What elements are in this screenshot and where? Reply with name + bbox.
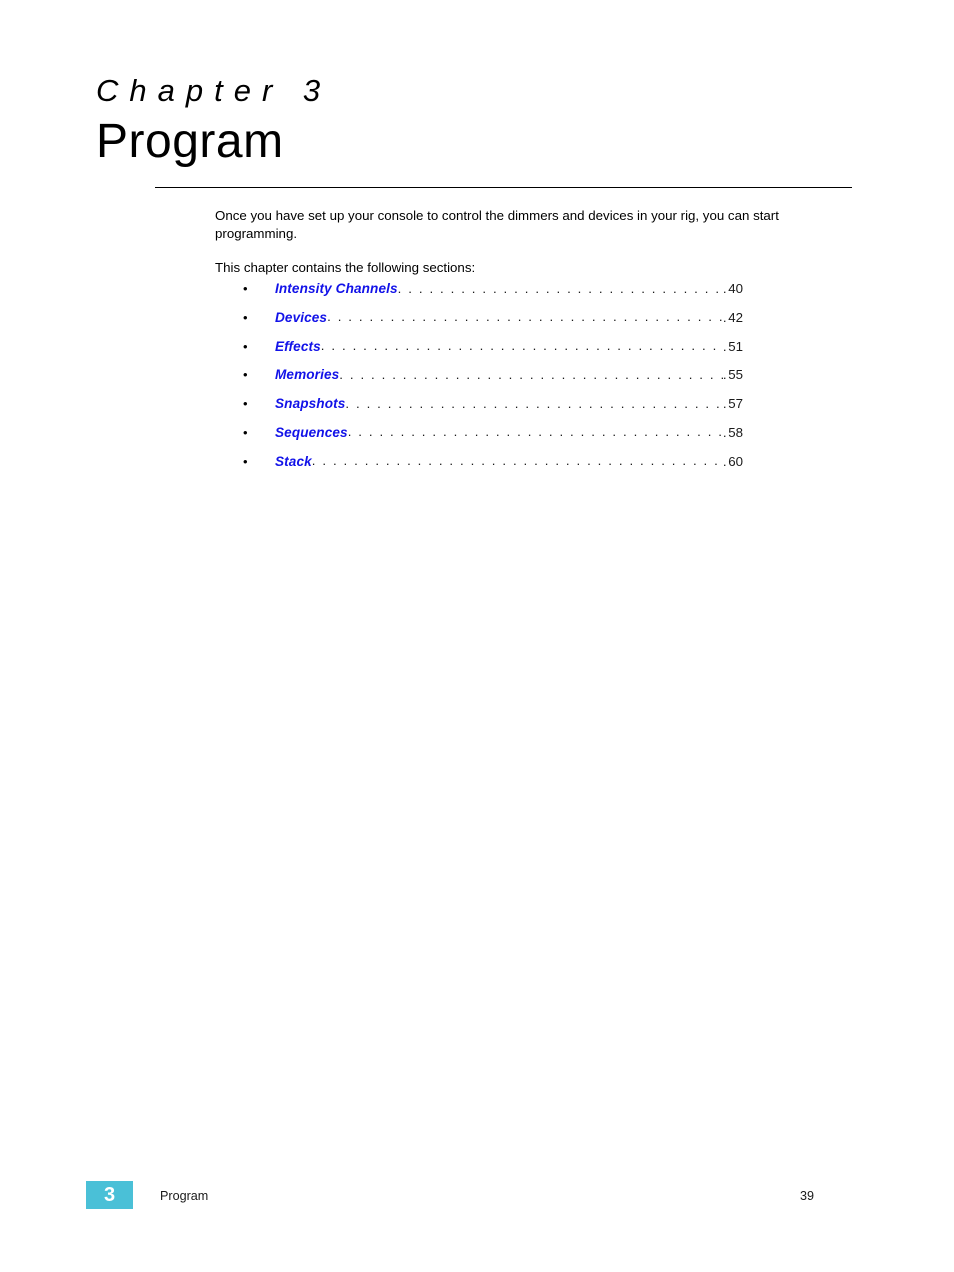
list-item: • Stack 60 (243, 452, 743, 481)
list-item: • Sequences 58 (243, 423, 743, 452)
section-link-devices[interactable]: Devices (275, 308, 327, 328)
page-footer: 3 Program 39 (0, 1181, 954, 1221)
dot-leader (312, 452, 723, 472)
section-link-sequences[interactable]: Sequences (275, 423, 348, 443)
list-item: • Memories 55 (243, 365, 743, 394)
section-page-number: 55 (723, 365, 743, 385)
dot-leader (348, 423, 723, 443)
chapter-number-badge: 3 (86, 1181, 133, 1209)
list-item: • Snapshots 57 (243, 394, 743, 423)
list-item: • Intensity Channels 40 (243, 279, 743, 308)
list-item: • Devices 42 (243, 308, 743, 337)
section-page-number: 51 (723, 337, 743, 357)
intro-text-block: Once you have set up your console to con… (215, 207, 855, 277)
section-link-memories[interactable]: Memories (275, 365, 339, 385)
intro-paragraph: Once you have set up your console to con… (215, 208, 779, 241)
section-link-snapshots[interactable]: Snapshots (275, 394, 345, 414)
chapter-section-list: • Intensity Channels 40 • Devices 42 • Effects 5… (243, 279, 743, 481)
section-link-intensity-channels[interactable]: Intensity Channels (275, 279, 398, 299)
bullet-icon: • (243, 453, 248, 469)
section-page-number: 42 (723, 308, 743, 328)
bullet-icon: • (243, 338, 248, 354)
section-link-effects[interactable]: Effects (275, 337, 321, 357)
chapter-eyebrow: Chapter 3 (96, 73, 332, 108)
dot-leader (345, 394, 723, 414)
section-page-number: 57 (723, 394, 743, 414)
section-page-number: 58 (723, 423, 743, 443)
section-link-stack[interactable]: Stack (275, 452, 312, 472)
chapter-heading-block: Chapter 3 Program (96, 72, 856, 169)
title-divider (155, 187, 852, 188)
page-title: Program (96, 115, 284, 168)
bullet-icon: • (243, 309, 248, 325)
bullet-icon: • (243, 424, 248, 440)
footer-page-number: 39 (800, 1189, 815, 1203)
document-page: Chapter 3 Program Once you have set up y… (0, 0, 954, 1272)
bullet-icon: • (243, 396, 248, 412)
dot-leader (327, 308, 723, 328)
dot-leader (339, 365, 723, 385)
dot-leader (398, 279, 723, 299)
section-page-number: 60 (723, 452, 743, 472)
dot-leader (321, 337, 723, 357)
section-page-number: 40 (723, 279, 743, 299)
footer-chapter-title: Program (160, 1189, 209, 1203)
sections-lead-paragraph: This chapter contains the following sect… (215, 260, 476, 275)
list-item: • Effects 51 (243, 337, 743, 366)
bullet-icon: • (243, 367, 248, 383)
bullet-icon: • (243, 281, 248, 296)
